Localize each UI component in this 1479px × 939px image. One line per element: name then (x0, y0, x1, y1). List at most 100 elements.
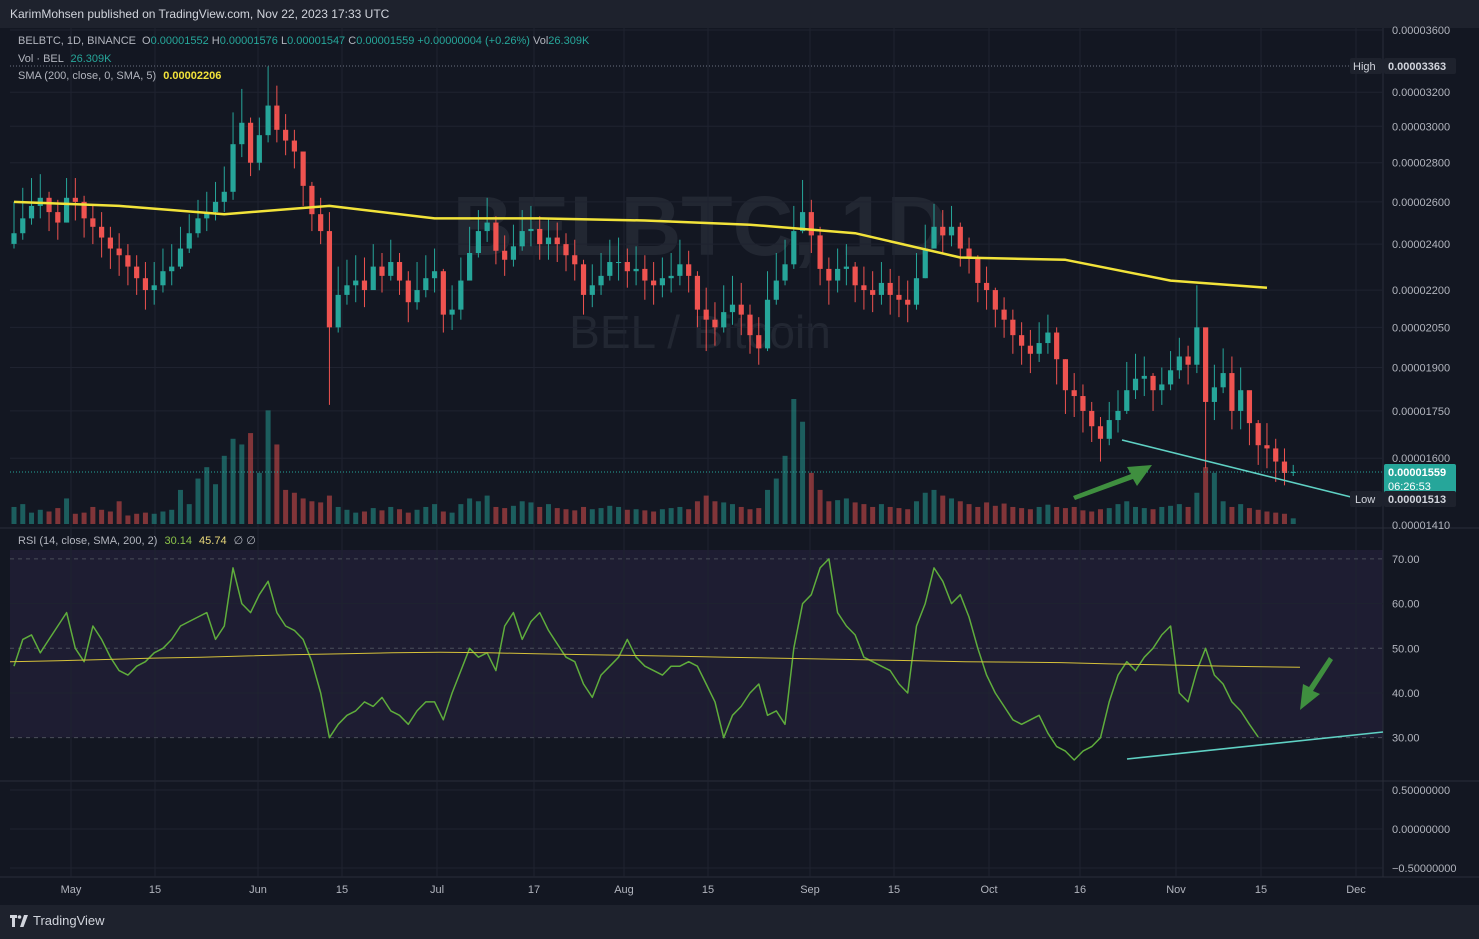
price-tick-label: 0.00002400 (1392, 239, 1450, 251)
volume-bar (309, 501, 315, 524)
candle-body (221, 191, 227, 202)
legend-ohlc: BELBTC, 1D, BINANCE O0.00001552 H0.00001… (18, 35, 589, 47)
lower-tick-label: −0.50000000 (1392, 863, 1457, 875)
volume-bar (344, 509, 350, 524)
volume-bar (458, 504, 464, 524)
x-tick-label: Oct (980, 884, 997, 896)
candle-body (764, 299, 771, 349)
candle (747, 304, 753, 354)
candle-body (957, 226, 963, 249)
candle (607, 239, 613, 281)
legend-volume-label: Vol · BEL (18, 53, 64, 65)
rsi-band (10, 550, 1383, 738)
volume-bar (388, 506, 394, 524)
volume-bar (81, 512, 87, 524)
candle (843, 244, 849, 286)
candle (361, 257, 368, 308)
candle-body (1124, 390, 1130, 411)
volume-bar (721, 502, 727, 524)
volume-bar (37, 509, 43, 524)
price-tick-label: 0.00001750 (1392, 406, 1450, 418)
candle-body (1211, 387, 1217, 402)
volume-bar (563, 509, 569, 524)
candle-body (247, 122, 254, 163)
candle (1089, 401, 1095, 442)
lower-tick-label: 0.50000000 (1392, 785, 1450, 797)
candle-body (913, 278, 920, 305)
volume-bar (537, 506, 543, 524)
volume-bar (1115, 504, 1121, 524)
candle (186, 214, 192, 253)
candle-body (677, 264, 683, 276)
candle-body (1229, 373, 1235, 411)
candle-body (756, 335, 762, 349)
candle (458, 257, 464, 320)
candle-body (283, 129, 289, 141)
candle-body (20, 218, 26, 234)
volume-bar (11, 506, 17, 524)
volume-bar (423, 506, 429, 524)
tradingview-logo-icon (10, 914, 28, 927)
candle-body (607, 262, 613, 276)
candle (63, 178, 70, 223)
volume-bar (940, 495, 946, 524)
volume-bar (694, 501, 700, 524)
candle-body (642, 268, 648, 281)
candle (414, 262, 420, 310)
candle (1045, 314, 1051, 354)
price-tick-label: 0.00003200 (1392, 87, 1450, 99)
volume-bar (913, 501, 919, 524)
volume-bar (475, 501, 481, 524)
candle-body (519, 231, 525, 247)
candle (46, 191, 52, 232)
candle-body (598, 275, 604, 286)
candle (484, 197, 490, 242)
candle (1001, 297, 1007, 338)
volume-bar (581, 506, 587, 524)
volume-bar (440, 511, 446, 524)
legend-rsi-ma-value: 45.74 (199, 535, 227, 547)
tradingview-logo[interactable]: TradingView (10, 913, 105, 928)
low-badge-value: 0.00001513 (1388, 494, 1446, 506)
volume-bar (116, 501, 122, 524)
candle-body (870, 290, 876, 295)
candle (1132, 353, 1139, 399)
candle (1211, 364, 1217, 421)
volume-bar (949, 498, 955, 524)
candle (142, 262, 149, 310)
price-tick-label: 0.00001600 (1392, 453, 1450, 465)
candle-body (1027, 345, 1033, 354)
candle-body (931, 226, 937, 249)
candle-body (1115, 410, 1121, 421)
candle-body (300, 151, 306, 186)
candle-body (458, 280, 464, 310)
volume-bar (125, 515, 131, 524)
candle-body (1167, 370, 1174, 385)
volume-bar (467, 498, 473, 524)
volume-bar (1255, 509, 1261, 524)
volume-bar (1238, 504, 1244, 524)
volume-bar (20, 504, 26, 524)
candle-body (423, 278, 429, 291)
volume-bar (554, 508, 560, 524)
candle-body (905, 299, 911, 305)
volume-bar (1273, 512, 1279, 524)
volume-bar (729, 504, 735, 524)
chart-svg[interactable]: May 15 Jun 15 Jul 17 Aug 15 Sep 15 Oct 16 Nov 15 Dec 0.… (0, 0, 1479, 939)
volume-bar (134, 513, 140, 524)
candle-body (852, 266, 858, 286)
candle-body (142, 278, 149, 291)
legend-close-label: C (348, 35, 357, 47)
volume-bar (1185, 506, 1191, 524)
candle (1019, 322, 1025, 365)
volume-bar (1194, 492, 1200, 524)
volume-bar (414, 509, 420, 524)
candle (940, 210, 946, 253)
x-tick-label: May (61, 884, 82, 896)
volume-bar (142, 512, 148, 524)
volume-bar (1062, 508, 1068, 524)
candle-body (379, 266, 385, 276)
volume-bar (55, 508, 61, 524)
volume-bar (177, 489, 183, 524)
candle-body (475, 231, 481, 253)
